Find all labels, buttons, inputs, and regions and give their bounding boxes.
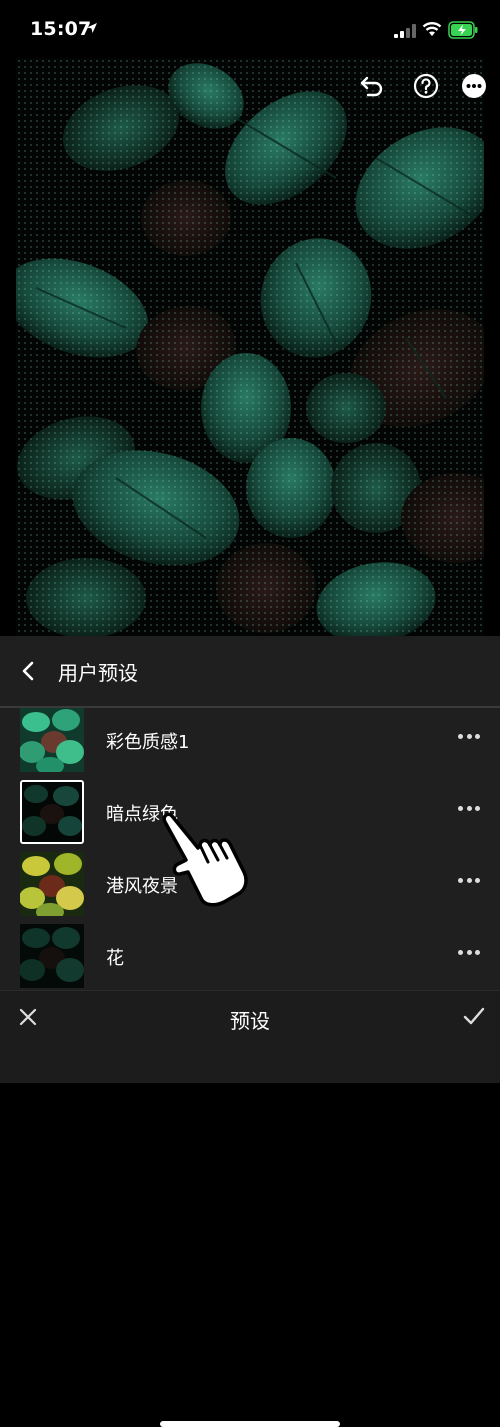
- wifi-icon: [422, 22, 442, 36]
- more-horizontal-icon[interactable]: [458, 950, 480, 958]
- list-item[interactable]: 暗点绿色: [0, 776, 500, 848]
- more-horizontal-icon[interactable]: [458, 878, 480, 886]
- list-item[interactable]: 港风夜景: [0, 848, 500, 920]
- location-arrow-icon: [87, 23, 97, 33]
- preset-thumbnail: [20, 924, 84, 988]
- chevron-left-icon[interactable]: [18, 660, 40, 682]
- undo-icon: [360, 76, 383, 97]
- help-button[interactable]: [412, 72, 440, 100]
- panel-header: 用户预设: [0, 636, 500, 706]
- undo-button[interactable]: [358, 72, 386, 100]
- bottom-title: 预设: [230, 1009, 270, 1033]
- cellular-signal-icon: [394, 24, 416, 38]
- more-horizontal-icon[interactable]: [458, 806, 480, 814]
- pointing-hand-icon: [162, 812, 248, 907]
- preset-label: 彩色质感1: [106, 732, 190, 753]
- list-item[interactable]: 花: [0, 920, 500, 990]
- battery-charging-icon: [448, 21, 478, 39]
- more-options-button[interactable]: [460, 72, 488, 100]
- panel-title: 用户预设: [58, 661, 138, 685]
- more-horizontal-icon[interactable]: [458, 734, 480, 742]
- status-time: 15:07: [30, 18, 92, 40]
- preset-label: 花: [106, 948, 124, 969]
- status-bar: 15:07: [0, 0, 500, 58]
- list-item[interactable]: 彩色质感1: [0, 708, 500, 776]
- checkmark-icon[interactable]: [462, 1005, 486, 1027]
- more-horizontal-icon: [462, 74, 486, 98]
- bottom-bar: 预设: [0, 990, 500, 1427]
- leaves-photo: [16, 58, 484, 636]
- preset-panel: 用户预设 彩色质感1 暗点绿色 港风夜景 花 预设: [0, 636, 500, 1427]
- preset-thumbnail: [20, 708, 84, 772]
- preset-thumbnail: [20, 852, 84, 916]
- home-indicator: [160, 1421, 340, 1427]
- photo-preview[interactable]: [16, 58, 484, 636]
- help-circle-icon: [413, 73, 439, 99]
- preset-list[interactable]: 彩色质感1 暗点绿色 港风夜景 花: [0, 708, 500, 990]
- preset-thumbnail-selected: [20, 780, 84, 844]
